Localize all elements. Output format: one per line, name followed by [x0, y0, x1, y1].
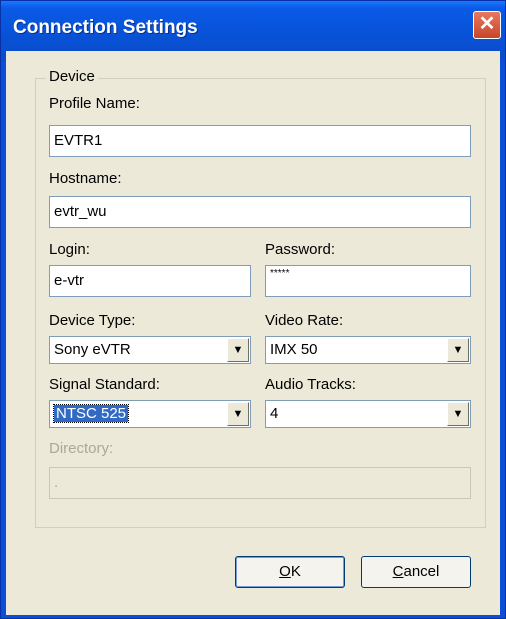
dialog-body: Device Profile Name: EVTR1 Hostname: evt… [6, 51, 500, 615]
chevron-down-icon[interactable]: ▼ [447, 338, 469, 362]
signal-standard-value: NTSC 525 [52, 404, 130, 423]
hostname-input[interactable]: evtr_wu [49, 196, 471, 228]
directory-input: . [49, 467, 471, 499]
video-rate-value: IMX 50 [270, 341, 318, 358]
chevron-down-icon[interactable]: ▼ [447, 402, 469, 426]
device-type-value: Sony eVTR [54, 341, 131, 358]
connection-settings-dialog: Connection Settings ✕ Device Profile Nam… [0, 0, 506, 619]
device-type-label: Device Type: [49, 312, 136, 329]
window-title: Connection Settings [13, 17, 198, 38]
cancel-mnemonic: C [392, 563, 404, 580]
ok-label-rest: K [290, 563, 301, 580]
chevron-down-icon[interactable]: ▼ [227, 338, 249, 362]
ok-mnemonic: O [279, 563, 291, 580]
signal-standard-label: Signal Standard: [49, 376, 160, 393]
device-group-label: Device [46, 68, 98, 85]
audio-tracks-select[interactable]: 4 ▼ [265, 400, 471, 428]
login-input[interactable]: e-vtr [49, 265, 251, 297]
device-type-select[interactable]: Sony eVTR ▼ [49, 336, 251, 364]
ok-button[interactable]: OK [235, 556, 345, 588]
login-label: Login: [49, 241, 90, 258]
password-label: Password: [265, 241, 336, 258]
hostname-label: Hostname: [49, 170, 122, 187]
profile-name-label: Profile Name: [49, 95, 140, 112]
close-button[interactable]: ✕ [473, 11, 501, 39]
signal-standard-select[interactable]: NTSC 525 ▼ [49, 400, 251, 428]
video-rate-select[interactable]: IMX 50 ▼ [265, 336, 471, 364]
password-input[interactable]: ***** [265, 265, 471, 297]
audio-tracks-label: Audio Tracks: [265, 376, 356, 393]
close-icon: ✕ [478, 13, 496, 35]
directory-label: Directory: [49, 440, 114, 457]
video-rate-label: Video Rate: [265, 312, 344, 329]
cancel-label-rest: ancel [403, 563, 440, 580]
audio-tracks-value: 4 [270, 405, 279, 422]
profile-name-input[interactable]: EVTR1 [49, 125, 471, 157]
cancel-button[interactable]: Cancel [361, 556, 471, 588]
chevron-down-icon[interactable]: ▼ [227, 402, 249, 426]
